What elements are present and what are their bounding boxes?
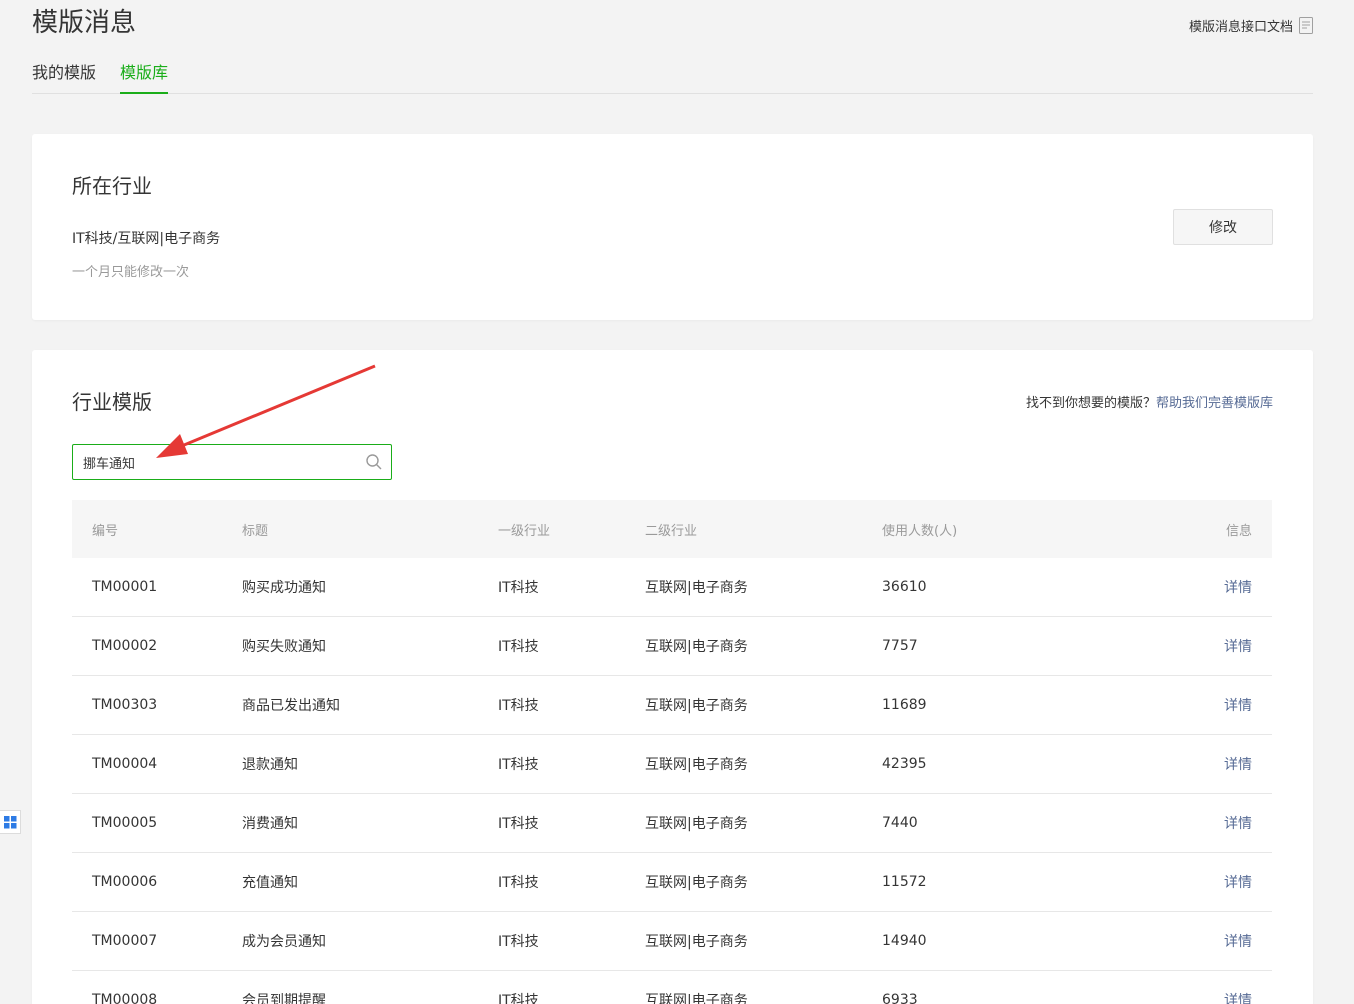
search-box xyxy=(72,444,392,480)
page: 模版消息 模版消息接口文档 我的模版 模版库 所在行业 IT科技/互联网|电子商… xyxy=(0,0,1354,1004)
cell-id: TM00002 xyxy=(92,638,158,654)
document-icon xyxy=(1299,17,1313,34)
table-row: TM00006 充值通知 IT科技 互联网|电子商务 11572 详情 xyxy=(72,853,1272,912)
cell-level2: 互联网|电子商务 xyxy=(645,580,748,596)
cell-level1: IT科技 xyxy=(498,816,539,832)
table-row: TM00303 商品已发出通知 IT科技 互联网|电子商务 11689 详情 xyxy=(72,676,1272,735)
table-header: 编号 标题 一级行业 二级行业 使用人数(人) 信息 xyxy=(72,500,1272,558)
cell-users: 7757 xyxy=(882,638,918,654)
cell-level1: IT科技 xyxy=(498,757,539,773)
header-title: 标题 xyxy=(242,523,269,539)
cell-title: 消费通知 xyxy=(242,816,298,832)
cell-users: 7440 xyxy=(882,815,918,831)
header-id: 编号 xyxy=(92,523,119,539)
tab-my-templates[interactable]: 我的模版 xyxy=(32,60,96,94)
cell-level2: 互联网|电子商务 xyxy=(645,698,748,714)
page-title: 模版消息 xyxy=(32,8,137,38)
cell-title: 会员到期提醒 xyxy=(242,993,326,1004)
detail-link[interactable]: 详情 xyxy=(1142,813,1272,833)
header-level1: 一级行业 xyxy=(498,523,551,539)
detail-link[interactable]: 详情 xyxy=(1142,990,1272,1004)
templates-card-title: 行业模版 xyxy=(72,390,152,414)
api-doc-link-label: 模版消息接口文档 xyxy=(1188,20,1293,35)
cell-title: 商品已发出通知 xyxy=(242,698,340,714)
cell-id: TM00004 xyxy=(92,756,158,772)
header-level2: 二级行业 xyxy=(645,523,698,539)
cell-title: 退款通知 xyxy=(242,757,298,773)
help-text-label: 找不到你想要的模版？ xyxy=(1025,396,1156,411)
detail-link[interactable]: 详情 xyxy=(1142,636,1272,656)
cell-level2: 互联网|电子商务 xyxy=(645,639,748,655)
cell-title: 购买成功通知 xyxy=(242,580,326,596)
cell-level2: 互联网|电子商务 xyxy=(645,875,748,891)
cell-level1: IT科技 xyxy=(498,580,539,596)
cell-level1: IT科技 xyxy=(498,993,539,1004)
cell-users: 36610 xyxy=(882,579,927,595)
cell-level1: IT科技 xyxy=(498,698,539,714)
header-info: 信息 xyxy=(1225,523,1252,539)
industry-card: 所在行业 IT科技/互联网|电子商务 一个月只能修改一次 修改 xyxy=(32,134,1313,320)
cell-users: 14940 xyxy=(882,933,927,949)
detail-link[interactable]: 详情 xyxy=(1142,695,1272,715)
cell-level1: IT科技 xyxy=(498,639,539,655)
grid-icon xyxy=(3,815,16,828)
cell-title: 购买失败通知 xyxy=(242,639,326,655)
cell-id: TM00007 xyxy=(92,933,158,949)
cell-users: 42395 xyxy=(882,756,927,772)
table-row: TM00008 会员到期提醒 IT科技 互联网|电子商务 6933 详情 xyxy=(72,971,1272,1004)
table-row: TM00002 购买失败通知 IT科技 互联网|电子商务 7757 详情 xyxy=(72,617,1272,676)
cell-id: TM00001 xyxy=(92,579,158,595)
detail-link[interactable]: 详情 xyxy=(1142,931,1272,951)
cell-level2: 互联网|电子商务 xyxy=(645,993,748,1004)
cell-id: TM00303 xyxy=(92,697,158,713)
cell-users: 11572 xyxy=(882,874,927,890)
side-widget-button[interactable] xyxy=(0,810,21,834)
cell-id: TM00008 xyxy=(92,992,158,1004)
api-doc-link[interactable]: 模版消息接口文档 xyxy=(1189,16,1313,35)
improve-library-link[interactable]: 帮助我们完善模版库 xyxy=(1156,396,1273,411)
search-icon[interactable] xyxy=(357,445,391,479)
industry-note: 一个月只能修改一次 xyxy=(72,265,190,280)
help-text: 找不到你想要的模版？帮助我们完善模版库 xyxy=(1026,392,1273,411)
cell-users: 11689 xyxy=(882,697,927,713)
cell-users: 6933 xyxy=(882,992,918,1004)
industry-card-title: 所在行业 xyxy=(72,174,152,198)
table-row: TM00001 购买成功通知 IT科技 互联网|电子商务 36610 详情 xyxy=(72,558,1272,617)
cell-level2: 互联网|电子商务 xyxy=(645,757,748,773)
cell-id: TM00005 xyxy=(92,815,158,831)
cell-level1: IT科技 xyxy=(498,934,539,950)
cell-level2: 互联网|电子商务 xyxy=(645,934,748,950)
cell-level1: IT科技 xyxy=(498,875,539,891)
search-input[interactable] xyxy=(73,445,357,479)
table-row: TM00007 成为会员通知 IT科技 互联网|电子商务 14940 详情 xyxy=(72,912,1272,971)
tab-template-library[interactable]: 模版库 xyxy=(120,60,169,94)
detail-link[interactable]: 详情 xyxy=(1142,577,1272,597)
table-row: TM00005 消费通知 IT科技 互联网|电子商务 7440 详情 xyxy=(72,794,1272,853)
modify-button[interactable]: 修改 xyxy=(1173,209,1273,245)
industry-templates-card: 行业模版 找不到你想要的模版？帮助我们完善模版库 编号 标题 一级行业 二级行业… xyxy=(32,350,1313,1004)
template-table: 编号 标题 一级行业 二级行业 使用人数(人) 信息 TM00001 购买成功通… xyxy=(72,500,1272,1004)
tab-bar: 我的模版 模版库 xyxy=(32,60,1313,94)
detail-link[interactable]: 详情 xyxy=(1142,872,1272,892)
header-users: 使用人数(人) xyxy=(882,523,958,539)
table-row: TM00004 退款通知 IT科技 互联网|电子商务 42395 详情 xyxy=(72,735,1272,794)
cell-level2: 互联网|电子商务 xyxy=(645,816,748,832)
cell-title: 充值通知 xyxy=(242,875,298,891)
detail-link[interactable]: 详情 xyxy=(1142,754,1272,774)
cell-title: 成为会员通知 xyxy=(242,934,326,950)
cell-id: TM00006 xyxy=(92,874,158,890)
industry-value: IT科技/互联网|电子商务 xyxy=(72,231,221,247)
